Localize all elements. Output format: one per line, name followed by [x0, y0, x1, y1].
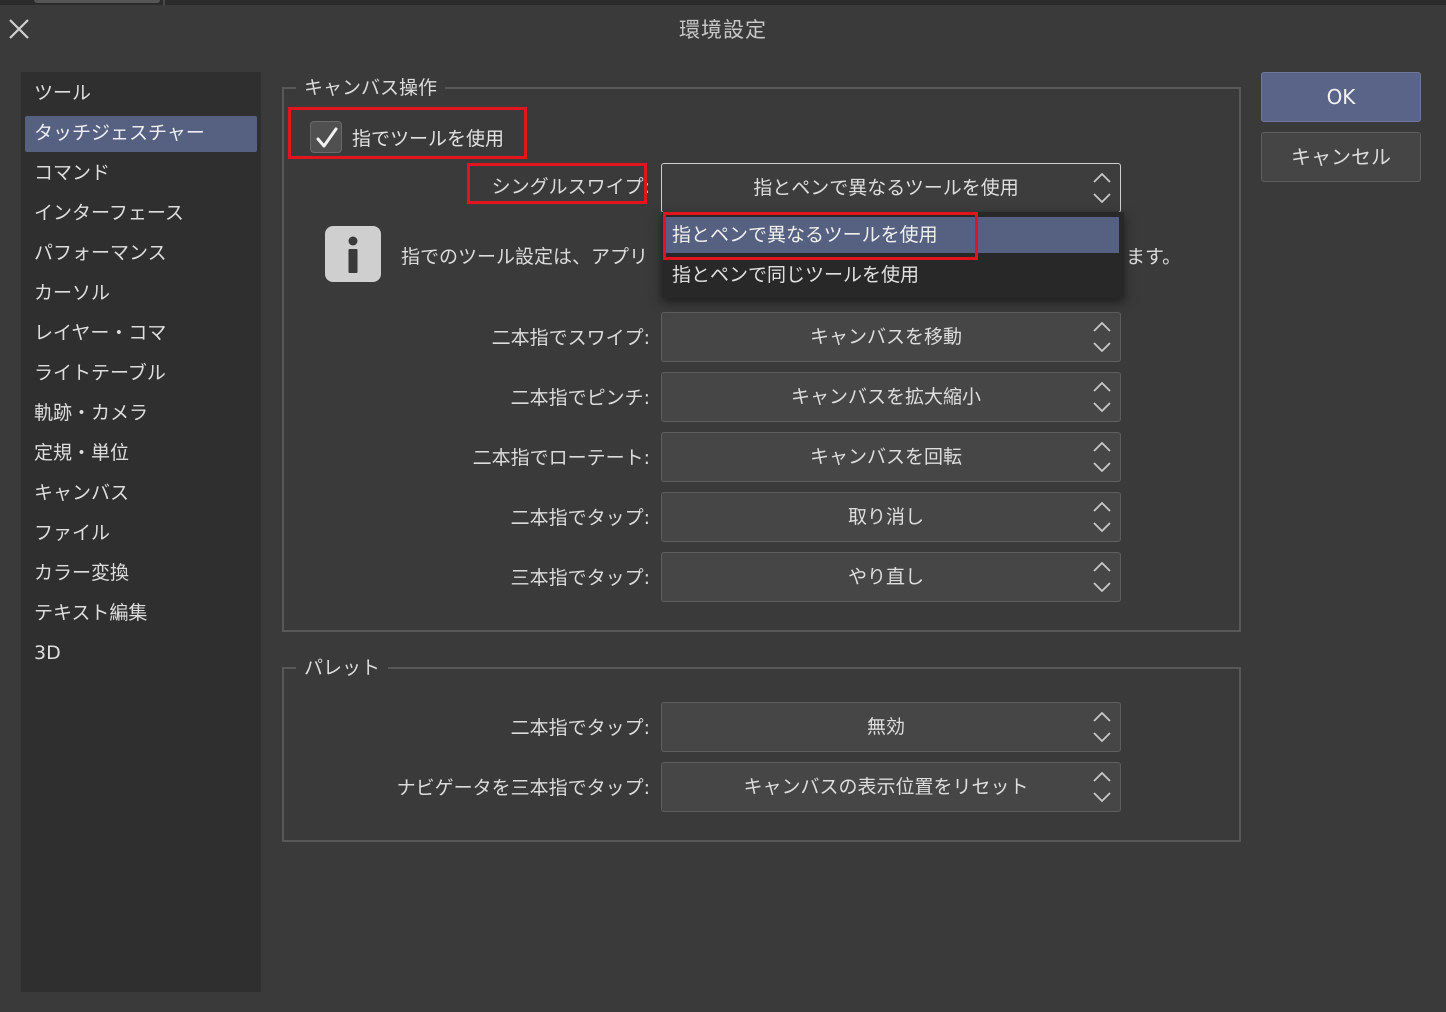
sidebar-item-layer-frame[interactable]: レイヤー・コマ: [25, 314, 257, 354]
two-finger-pinch-label: 二本指でピンチ:: [510, 387, 650, 409]
two-finger-swipe-select[interactable]: キャンバスを移動: [661, 312, 1121, 362]
two-finger-tap-select[interactable]: 取り消し: [661, 492, 1121, 542]
palette-two-finger-tap-label: 二本指でタップ:: [510, 717, 650, 739]
stepper-arrows-icon: [1093, 561, 1111, 593]
navigator-three-finger-tap-label: ナビゲータを三本指でタップ:: [396, 777, 650, 799]
navigator-three-finger-tap-value: キャンバスの表示位置をリセット: [743, 776, 1029, 798]
title-bar: 環境設定: [0, 5, 1446, 52]
palette-two-finger-tap-value: 無効: [866, 716, 905, 738]
two-finger-rotate-value: キャンバスを回転: [809, 446, 962, 468]
single-swipe-dropdown-menu: 指とペンで異なるツールを使用 指とペンで同じツールを使用: [662, 212, 1124, 298]
two-finger-rotate-select[interactable]: キャンバスを回転: [661, 432, 1121, 482]
top-tab: [34, 0, 160, 3]
sidebar-item-light-table[interactable]: ライトテーブル: [25, 354, 257, 394]
two-finger-swipe-value: キャンバスを移動: [809, 326, 962, 348]
sidebar-item-tool[interactable]: ツール: [25, 74, 257, 114]
two-finger-pinch-value: キャンバスを拡大縮小: [790, 386, 981, 408]
stepper-arrows-icon: [1093, 381, 1111, 413]
ok-button[interactable]: OK: [1261, 72, 1421, 122]
sidebar-item-file[interactable]: ファイル: [25, 514, 257, 554]
sidebar-item-cursor[interactable]: カーソル: [25, 274, 257, 314]
two-finger-tap-value: 取り消し: [847, 506, 924, 528]
single-swipe-value: 指とペンで異なるツールを使用: [753, 177, 1019, 199]
info-text-tail: ます。: [1126, 246, 1182, 268]
two-finger-swipe-label: 二本指でスワイプ:: [491, 327, 650, 349]
use-finger-tool-checkbox[interactable]: 指でツールを使用: [310, 121, 504, 153]
stepper-arrows-icon: [1093, 501, 1111, 533]
single-swipe-label: シングルスワイプ:: [491, 176, 650, 198]
use-finger-tool-label: 指でツールを使用: [352, 127, 505, 150]
sidebar-item-trajectory-camera[interactable]: 軌跡・カメラ: [25, 394, 257, 434]
sidebar-item-command[interactable]: コマンド: [25, 154, 257, 194]
info-text: 指でのツール設定は、アプリ: [401, 246, 649, 268]
checkbox-box[interactable]: [310, 121, 342, 153]
three-finger-tap-label: 三本指でタップ:: [510, 567, 650, 589]
stepper-arrows-icon: [1093, 172, 1111, 204]
dropdown-option-same-tool[interactable]: 指とペンで同じツールを使用: [666, 257, 1119, 293]
dropdown-option-different-tools[interactable]: 指とペンで異なるツールを使用: [666, 217, 1119, 253]
sidebar-item-touch-gesture[interactable]: タッチジェスチャー: [25, 116, 257, 152]
two-finger-pinch-select[interactable]: キャンバスを拡大縮小: [661, 372, 1121, 422]
three-finger-tap-select[interactable]: やり直し: [661, 552, 1121, 602]
three-finger-tap-value: やり直し: [847, 566, 924, 588]
sidebar-item-ruler-unit[interactable]: 定規・単位: [25, 434, 257, 474]
sidebar-item-3d[interactable]: 3D: [25, 634, 257, 674]
window-title: 環境設定: [679, 18, 767, 42]
two-finger-tap-label: 二本指でタップ:: [510, 507, 650, 529]
sidebar-item-color-conversion[interactable]: カラー変換: [25, 554, 257, 594]
palette-group: [282, 667, 1241, 842]
settings-sidebar: ツール タッチジェスチャー コマンド インターフェース パフォーマンス カーソル…: [21, 72, 261, 992]
sidebar-item-text-editing[interactable]: テキスト編集: [25, 594, 257, 634]
single-swipe-select[interactable]: 指とペンで異なるツールを使用: [661, 163, 1121, 213]
sidebar-item-performance[interactable]: パフォーマンス: [25, 234, 257, 274]
stepper-arrows-icon: [1093, 321, 1111, 353]
stepper-arrows-icon: [1093, 771, 1111, 803]
sidebar-item-interface[interactable]: インターフェース: [25, 194, 257, 234]
stepper-arrows-icon: [1093, 441, 1111, 473]
stepper-arrows-icon: [1093, 711, 1111, 743]
sidebar-item-canvas[interactable]: キャンバス: [25, 474, 257, 514]
navigator-three-finger-tap-select[interactable]: キャンバスの表示位置をリセット: [661, 762, 1121, 812]
two-finger-rotate-label: 二本指でローテート:: [472, 447, 650, 469]
info-icon: [325, 226, 381, 282]
palette-legend: パレット: [296, 653, 389, 680]
palette-two-finger-tap-select[interactable]: 無効: [661, 702, 1121, 752]
canvas-operation-legend: キャンバス操作: [296, 73, 446, 100]
cancel-button[interactable]: キャンセル: [1261, 132, 1421, 182]
